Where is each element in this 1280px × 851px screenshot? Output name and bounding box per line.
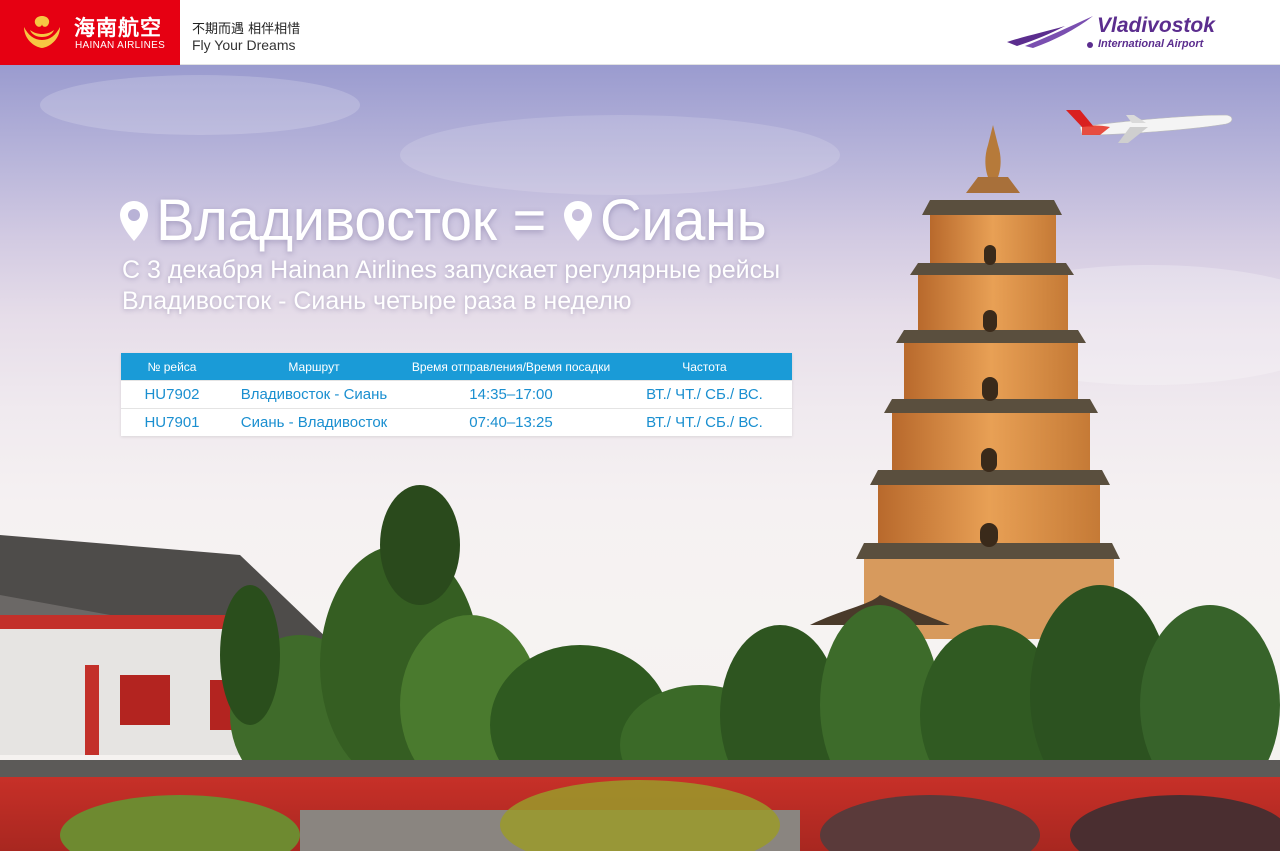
airplane-icon: [1066, 110, 1233, 143]
hero-background-illustration: [0, 75, 1280, 851]
table-row: HU7902 Владивосток - Сиань 14:35‒17:00 В…: [121, 380, 792, 408]
route-title: Владивосток = Сиань: [118, 187, 767, 254]
airport-subtitle: International Airport: [1098, 38, 1204, 50]
slogan-en: Fly Your Dreams: [192, 37, 296, 53]
header-route: Маршрут: [288, 359, 340, 374]
flight-route: Владивосток - Сиань: [240, 386, 388, 403]
location-pin-icon: [563, 200, 592, 241]
flight-time: 07:40‒13:25: [469, 414, 553, 431]
page-header: 海南航空 HAINAN AIRLINES 不期而遇 相伴相惜 Fly Your …: [0, 0, 1280, 65]
flight-frequency: ВТ./ ЧТ./ СБ./ ВС.: [646, 414, 763, 431]
flight-time: 14:35‒17:00: [469, 386, 553, 403]
flight-number: HU7901: [144, 414, 200, 431]
hainan-emblem-icon: [24, 16, 60, 48]
trees-illustration: [220, 485, 1280, 805]
route-origin: Владивосток: [156, 188, 497, 253]
route-separator: =: [512, 188, 547, 253]
flight-schedule-table: № рейса Маршрут Время отправления/Время …: [121, 353, 792, 436]
location-pin-icon: [120, 200, 148, 241]
header-flight-number: № рейса: [147, 359, 197, 374]
slogan-cn: 不期而遇 相伴相惜: [192, 22, 301, 37]
flight-frequency: ВТ./ ЧТ./ СБ./ ВС.: [646, 386, 763, 403]
hainan-airlines-logo[interactable]: 海南航空 HAINAN AIRLINES: [0, 0, 180, 65]
header-time: Время отправления/Время посадки: [411, 359, 611, 374]
route-subtitle: С 3 декабря Hainan Airlines запускает ре…: [122, 256, 781, 315]
table-header: № рейса Маршрут Время отправления/Время …: [121, 353, 792, 380]
table-row: HU7901 Сиань - Владивосток 07:40‒13:25 В…: [121, 408, 792, 436]
hero-banner: Владивосток = Сиань С 3 декабря Hainan A…: [0, 65, 1280, 851]
route-destination: Сиань: [599, 188, 767, 253]
hainan-name-cn: 海南航空: [74, 16, 162, 40]
flight-route: Сиань - Владивосток: [240, 414, 388, 431]
pagoda-illustration: [810, 125, 1120, 639]
hainan-name-en: HAINAN AIRLINES: [75, 40, 166, 51]
vladivostok-swoosh-icon: [1007, 16, 1093, 48]
flight-number: HU7902: [144, 386, 200, 403]
header-frequency: Частота: [682, 359, 727, 374]
airport-name: Vladivostok: [1097, 14, 1215, 37]
vladivostok-airport-logo[interactable]: Vladivostok International Airport: [1005, 12, 1235, 54]
